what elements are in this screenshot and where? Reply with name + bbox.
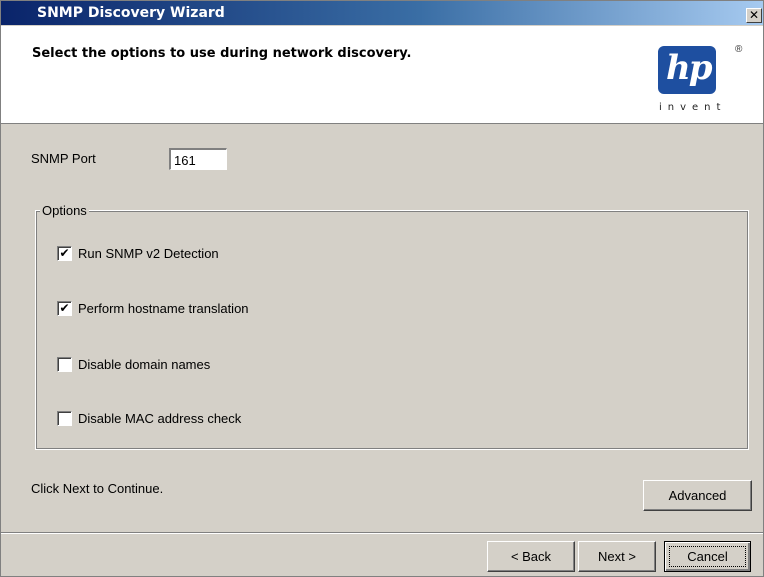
- hp-logo-text: hp: [666, 48, 712, 88]
- snmp-port-input[interactable]: 161: [169, 148, 227, 170]
- snmp-port-label: SNMP Port: [31, 151, 96, 166]
- close-icon[interactable]: ✕: [746, 8, 762, 23]
- next-button[interactable]: Next >: [578, 541, 656, 572]
- checkbox-hostname-translation[interactable]: ✔: [57, 301, 72, 316]
- logo-tagline: invent: [659, 102, 727, 113]
- checkbox-disable-domain-names[interactable]: [57, 357, 72, 372]
- page-subtitle: Select the options to use during network…: [32, 46, 412, 61]
- hp-logo-mark: hp: [658, 46, 716, 94]
- cancel-button-label: Cancel: [687, 549, 728, 564]
- wizard-window: SNMP Discovery Wizard ✕ Select the optio…: [0, 0, 764, 577]
- options-legend: Options: [40, 203, 89, 218]
- option-label: Disable domain names: [78, 357, 211, 372]
- checkbox-disable-mac-check[interactable]: [57, 411, 72, 426]
- checkbox-run-snmp-v2[interactable]: ✔: [57, 246, 72, 261]
- footer-separator: [1, 532, 763, 534]
- option-label: Run SNMP v2 Detection: [78, 246, 219, 261]
- window-title: SNMP Discovery Wizard: [37, 5, 225, 21]
- cancel-button[interactable]: Cancel: [664, 541, 751, 572]
- option-label: Perform hostname translation: [78, 301, 249, 316]
- wizard-header: Select the options to use during network…: [1, 26, 763, 124]
- option-label: Disable MAC address check: [78, 411, 242, 426]
- advanced-button[interactable]: Advanced: [643, 480, 752, 511]
- title-bar[interactable]: SNMP Discovery Wizard ✕: [1, 1, 763, 25]
- registered-mark: ®: [735, 44, 743, 55]
- hp-logo: hp ® invent: [655, 44, 743, 126]
- back-button[interactable]: < Back: [487, 541, 575, 572]
- continue-hint: Click Next to Continue.: [31, 481, 164, 496]
